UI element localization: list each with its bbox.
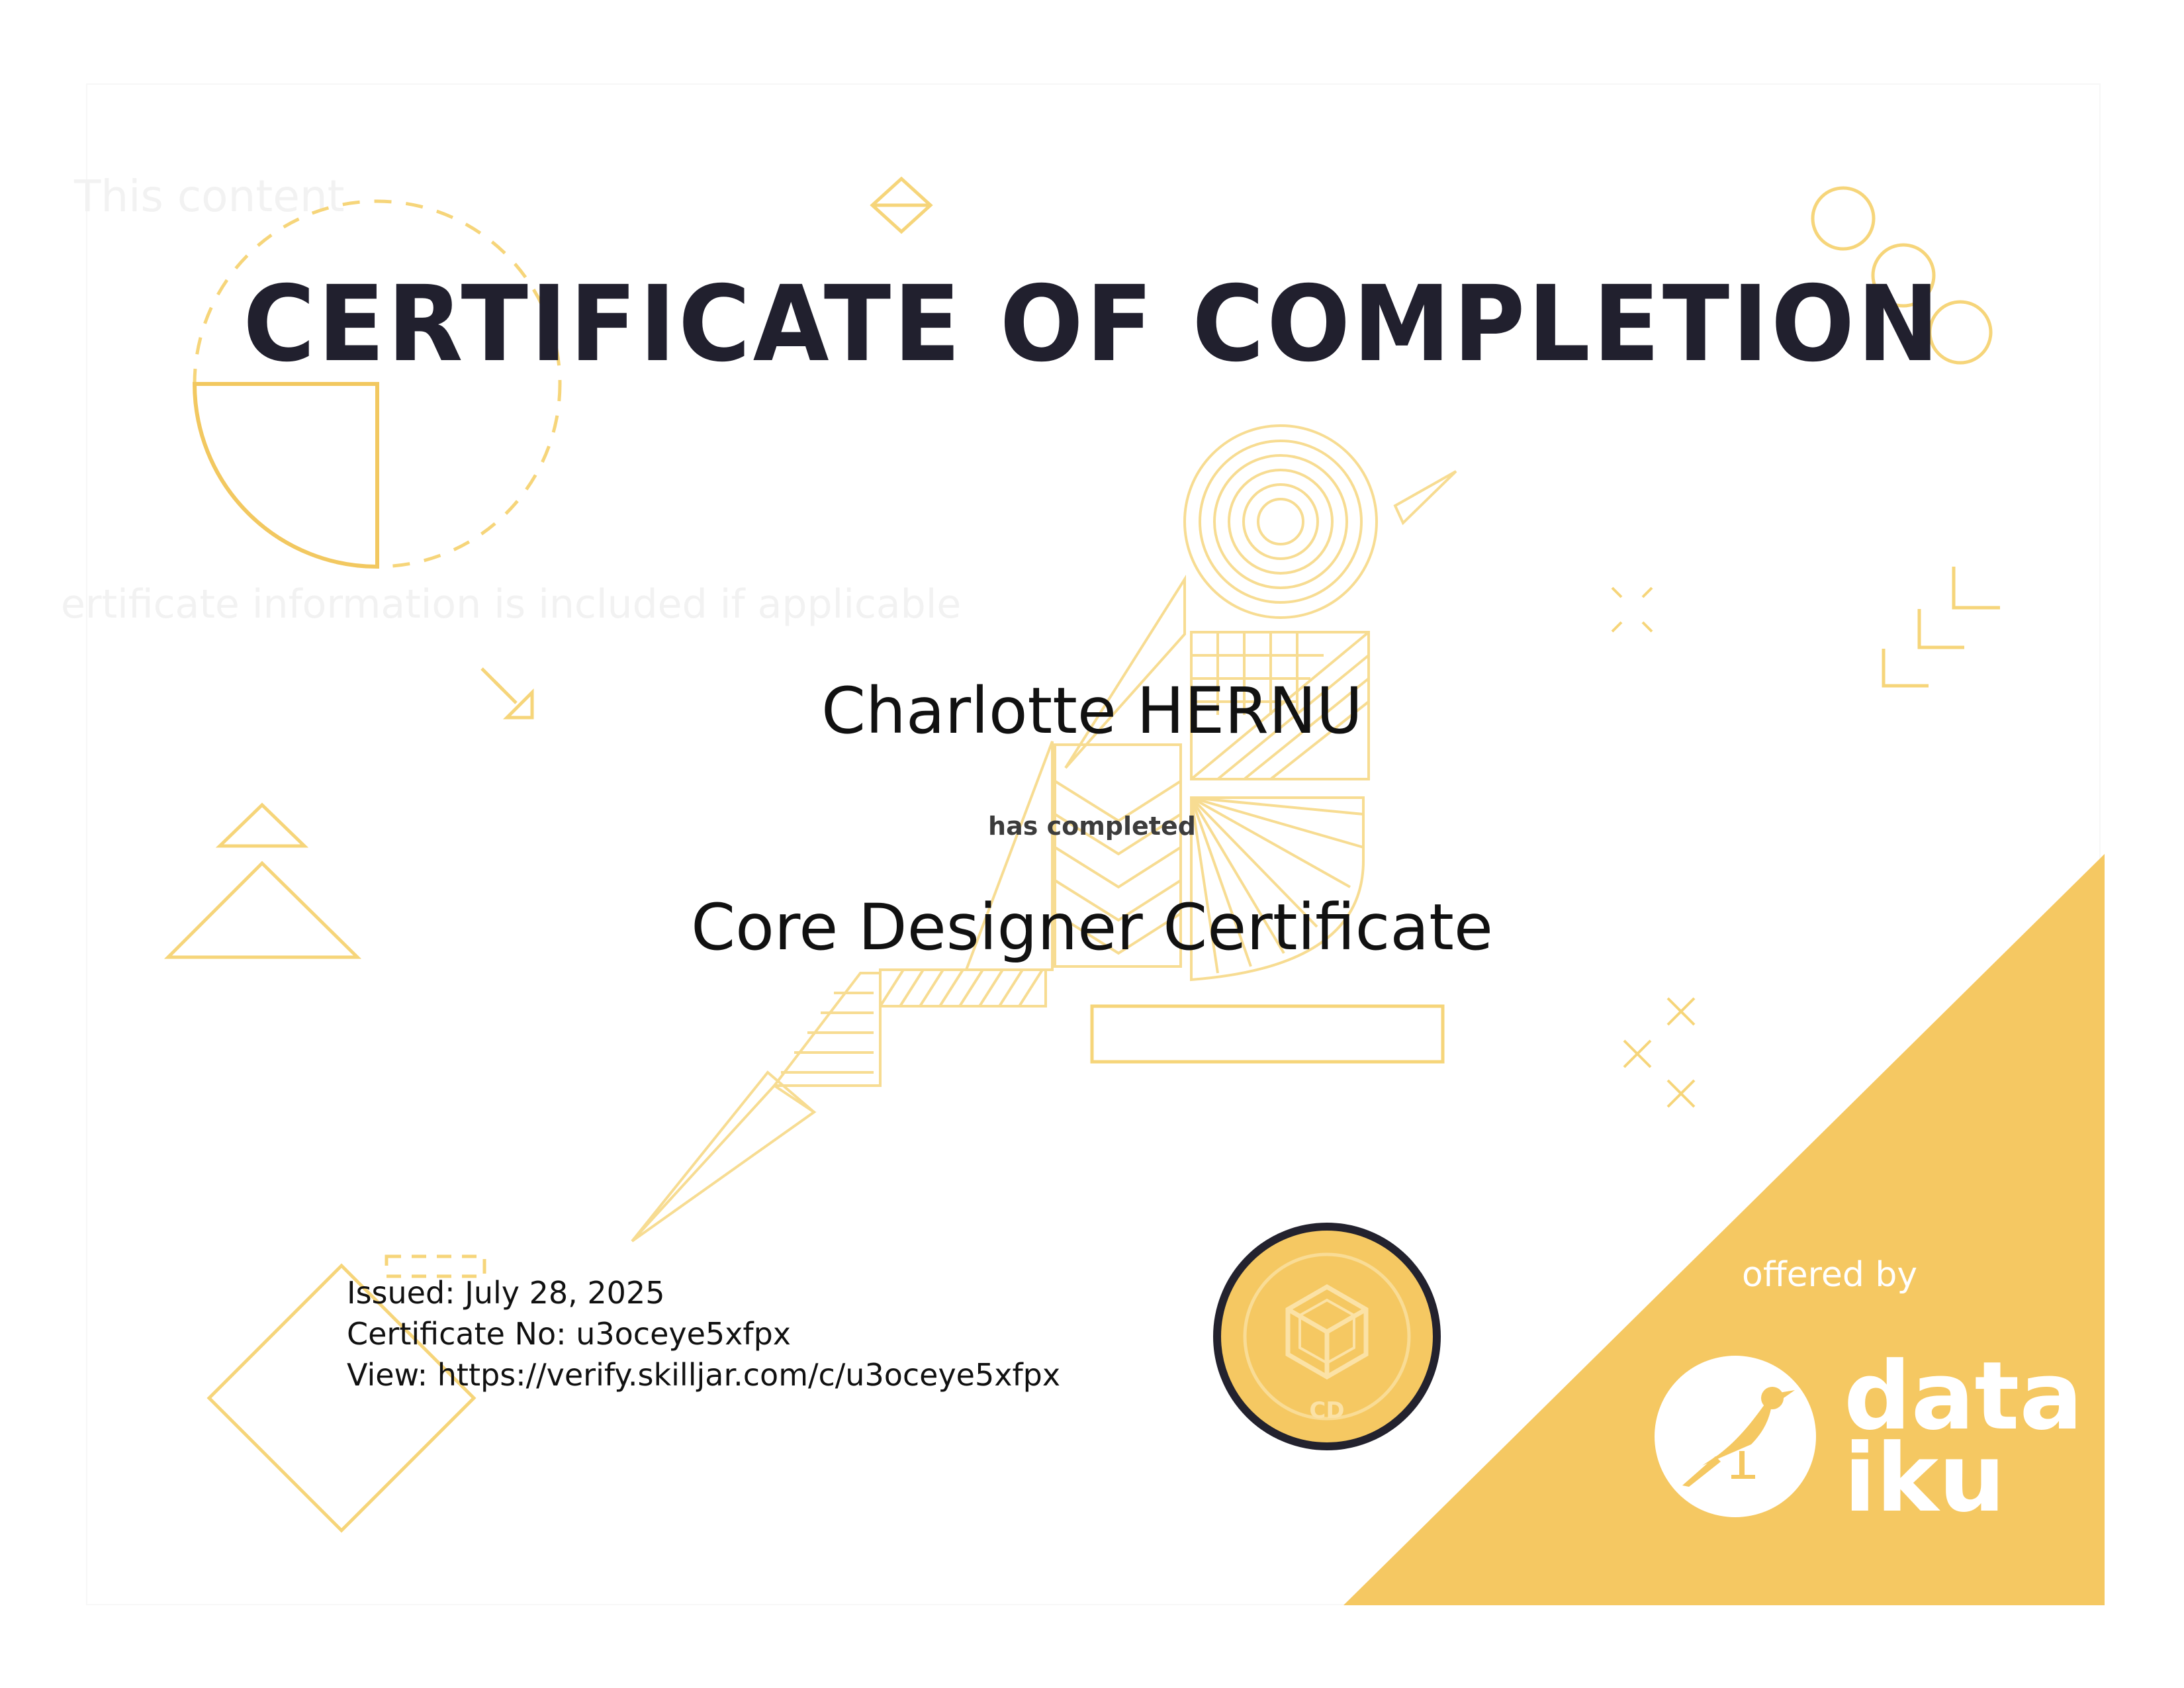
dataiku-bird-logo-icon bbox=[1655, 1356, 1816, 1517]
x-marks-decoration bbox=[1611, 586, 1696, 1108]
course-badge: CD bbox=[1213, 1223, 1441, 1450]
certificate-title: CERTIFICATE OF COMPLETION bbox=[243, 263, 1942, 385]
badge-label: CD bbox=[1309, 1397, 1344, 1424]
certificate-number: Certificate No: u3oceye5xfpx bbox=[347, 1316, 792, 1352]
issued-date: Issued: July 28, 2025 bbox=[347, 1275, 665, 1311]
verify-link[interactable]: View: https://verify.skilljar.com/c/u3oc… bbox=[347, 1354, 1060, 1395]
recipient-name: Charlotte HERNU bbox=[821, 674, 1363, 748]
offered-by-label: offered by bbox=[1742, 1255, 1918, 1295]
diamond-decoration bbox=[870, 176, 933, 234]
rectangle-decoration bbox=[1090, 1004, 1445, 1064]
corner-brackets-decoration bbox=[1882, 567, 2000, 688]
dataiku-logo-text: data iku bbox=[1844, 1350, 2083, 1526]
certificate-details: Issued: July 28, 2025 Certificate No: u3… bbox=[347, 1272, 1060, 1395]
cube-icon bbox=[1285, 1284, 1369, 1380]
completion-phrase: has completed bbox=[988, 812, 1196, 841]
course-name: Core Designer Certificate bbox=[691, 890, 1493, 964]
